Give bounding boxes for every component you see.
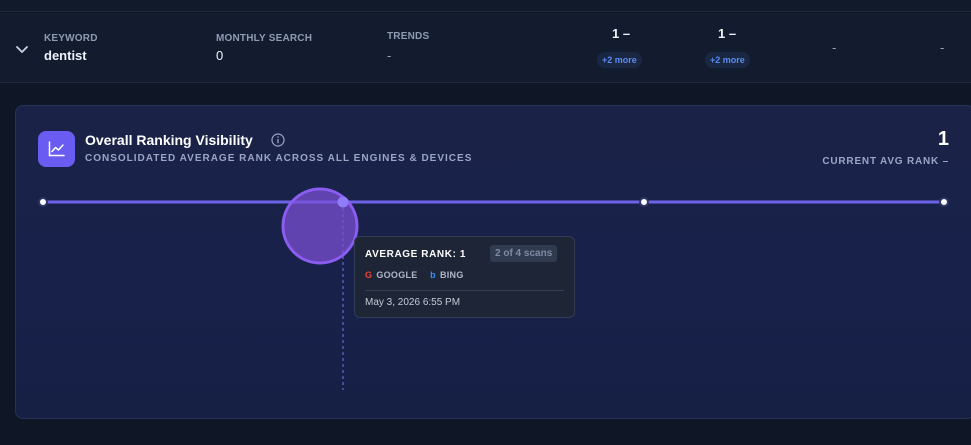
rank-value: 1 –	[718, 26, 737, 41]
empty-value: -	[832, 40, 837, 55]
divider	[365, 290, 564, 291]
more-badge[interactable]: +2 more	[597, 52, 642, 68]
engine-label: BING	[439, 270, 464, 280]
info-icon[interactable]	[271, 133, 285, 147]
current-avg-rank-label: CURRENT AVG RANK –	[822, 156, 949, 167]
card-title: Overall Ranking Visibility	[85, 132, 253, 148]
scans-badge: 2 of 4 scans	[490, 245, 558, 262]
engine-list: G GOOGLE b BING	[365, 270, 474, 280]
data-point[interactable]	[38, 197, 48, 207]
more-badge[interactable]: +2 more	[705, 52, 750, 68]
current-avg-rank-value: 1	[937, 128, 949, 150]
card-subtitle: CONSOLIDATED AVERAGE RANK ACROSS ALL ENG…	[85, 153, 473, 164]
chevron-down-icon[interactable]	[14, 41, 30, 57]
top-divider	[0, 0, 971, 12]
data-point[interactable]	[639, 197, 649, 207]
keyword-row[interactable]: KEYWORD dentist MONTHLY SEARCH 0 TRENDS …	[0, 13, 971, 83]
data-point[interactable]	[939, 197, 949, 207]
trends-label: TRENDS	[387, 31, 430, 42]
google-icon: G	[365, 270, 373, 280]
empty-value: -	[940, 40, 945, 55]
engine-google: G GOOGLE	[365, 270, 418, 280]
monthly-search-label: MONTHLY SEARCH	[216, 33, 313, 44]
bing-icon: b	[430, 270, 436, 280]
tooltip-date: May 3, 2026 6:55 PM	[365, 297, 461, 308]
data-point[interactable]	[337, 196, 349, 208]
keyword-value: dentist	[44, 48, 87, 63]
bottom-area	[0, 430, 971, 445]
rank-value: 1 –	[612, 26, 631, 41]
chart-line-icon	[38, 131, 75, 167]
monthly-search-value: 0	[216, 48, 224, 63]
tooltip-title: AVERAGE RANK: 1	[365, 249, 467, 260]
keyword-label: KEYWORD	[44, 33, 98, 44]
chart-tooltip: AVERAGE RANK: 1 2 of 4 scans G GOOGLE b …	[354, 236, 575, 318]
engine-bing: b BING	[430, 270, 464, 280]
trends-value: -	[387, 48, 392, 63]
engine-label: GOOGLE	[376, 270, 418, 280]
